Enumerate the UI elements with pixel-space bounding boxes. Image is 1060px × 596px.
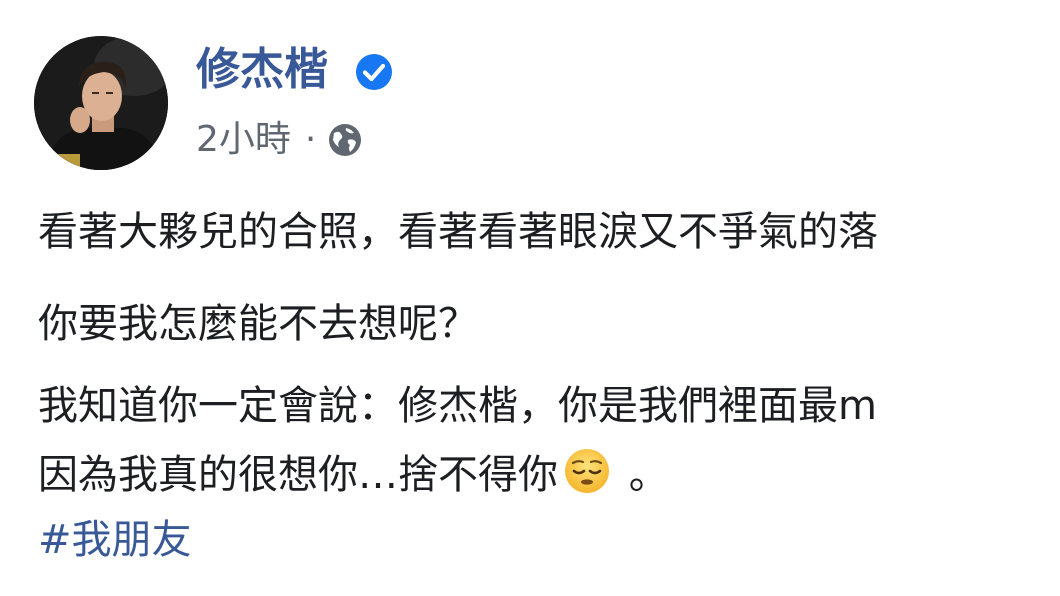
avatar[interactable] [34,36,168,170]
meta-separator: · [304,119,317,160]
post-text-line: 看著大夥兒的合照，看著看著眼淚又不爭氣的落 [38,209,878,255]
post-text-line: 因為我真的很想你…捨不得你 。 [38,446,669,503]
post-meta: 2小時 · [196,116,364,164]
hashtag-link[interactable]: #我朋友 [38,512,192,568]
post-text-line: 你要我怎麼能不去想呢？ [38,301,478,347]
author-name[interactable]: 修杰楷 [196,44,328,96]
post-text-line: 我知道你一定會說：修杰楷，你是我們裡面最m [38,383,877,429]
post-text-segment: 因為我真的很想你…捨不得你 [38,452,558,498]
post-text-segment: 。 [616,452,669,498]
relieved-face-emoji-icon [565,449,609,493]
profile-photo [34,36,168,170]
facebook-post: 修杰楷 2小時 · 看著大夥兒的合照，看著看著眼淚又不爭氣的落 你要我怎麼能不去… [0,0,1060,596]
verified-badge-icon [356,54,392,90]
globe-icon[interactable] [326,121,364,159]
post-timestamp[interactable]: 2小時 [196,116,291,164]
